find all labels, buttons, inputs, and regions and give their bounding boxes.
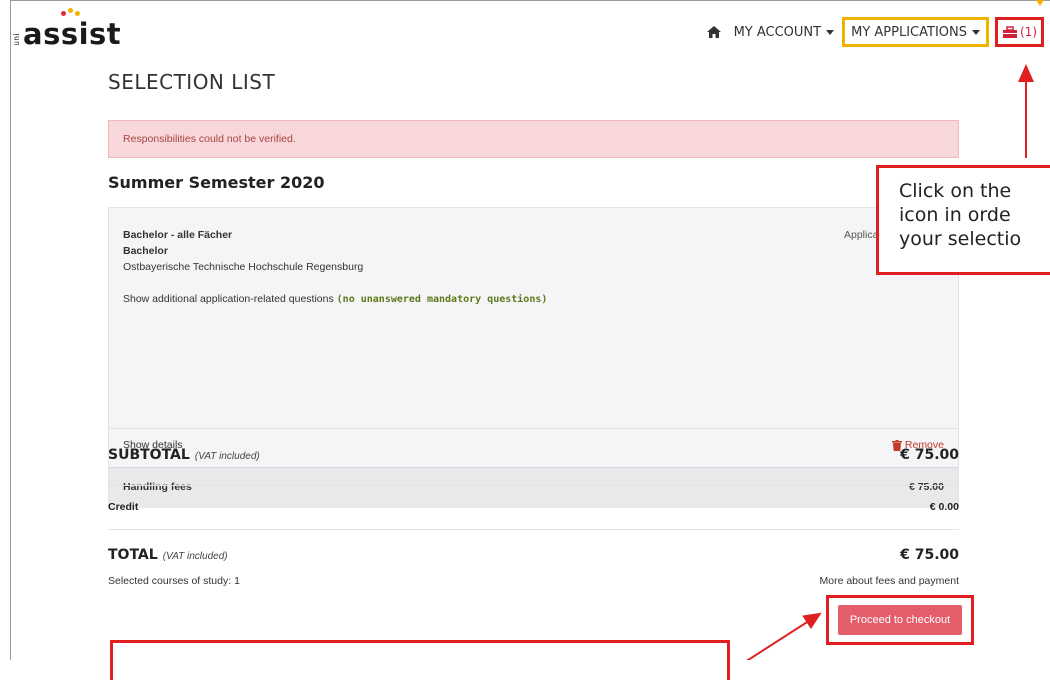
arrow-to-checkout	[746, 612, 822, 660]
annotation-arrows	[746, 0, 1044, 660]
yellow-arrow-tip	[1036, 0, 1044, 6]
